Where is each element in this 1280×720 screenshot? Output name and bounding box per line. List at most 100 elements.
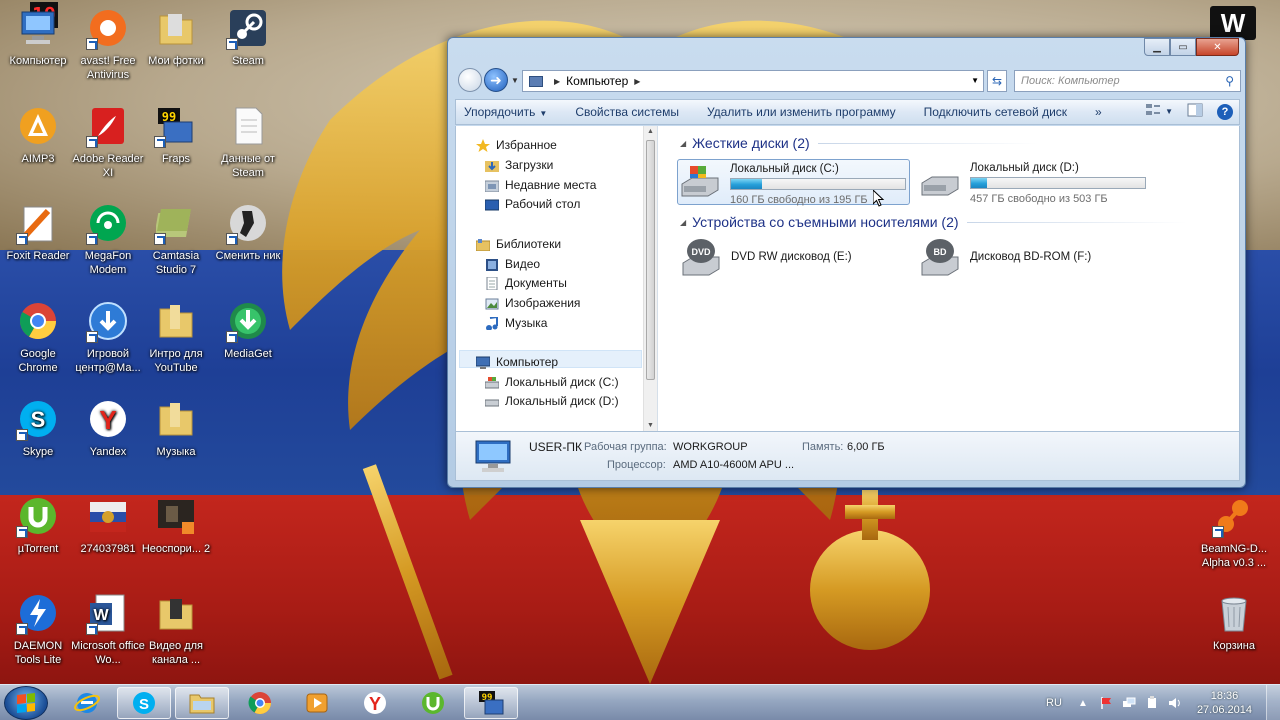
desktop-icon-label: Игровой центр@Ма... <box>75 348 141 374</box>
refresh-button[interactable]: ⇆ <box>987 70 1007 92</box>
language-indicator[interactable]: RU <box>1046 697 1062 709</box>
back-button[interactable] <box>458 68 482 92</box>
scrollbar-thumb[interactable] <box>646 140 655 380</box>
taskbar-media-player[interactable] <box>290 687 344 719</box>
forward-button[interactable]: ➜ <box>484 68 508 92</box>
help-icon[interactable]: ? <box>1217 103 1233 120</box>
desktop-icon-label: Google Chrome <box>18 348 58 374</box>
nav-label: Музыка <box>505 316 548 330</box>
desktop-icon-steam-data[interactable]: Данные от Steam <box>210 104 286 180</box>
desktop-icon-utorrent[interactable]: µTorrent <box>0 494 76 556</box>
show-desktop-button[interactable] <box>1266 685 1280 720</box>
nav-libraries[interactable]: Библиотеки <box>476 235 561 253</box>
search-input[interactable]: Поиск: Компьютер ⚲ <box>1014 70 1241 92</box>
desktop-icon-my-photos[interactable]: Мои фотки <box>138 6 214 68</box>
nav-music[interactable]: Музыка <box>485 314 547 332</box>
recent-pages-dropdown[interactable]: ▼ <box>511 76 519 85</box>
collapse-triangle-icon[interactable]: ◢ <box>680 218 686 227</box>
address-dropdown-icon[interactable]: ▼ <box>971 76 979 85</box>
desktop-icon-game-center[interactable]: Игровой центр@Ма... <box>70 299 146 375</box>
desktop-icon-beamng[interactable]: BeamNG-D... Alpha v0.3 ... <box>1196 494 1272 570</box>
desktop-icon-fraps[interactable]: 99 Fraps <box>138 104 214 166</box>
desktop-icon-megafon[interactable]: MegaFon Modem <box>70 201 146 277</box>
scroll-down-icon[interactable]: ▼ <box>647 422 654 429</box>
desktop-icon-computer[interactable]: Компьютер <box>0 6 76 68</box>
nav-video[interactable]: Видео <box>485 255 540 273</box>
nav-disk-d[interactable]: Локальный диск (D:) <box>485 392 619 410</box>
action-center-flag-icon[interactable] <box>1099 696 1113 710</box>
breadcrumb-computer[interactable]: Компьютер <box>566 74 628 88</box>
nav-recent-places[interactable]: Недавние места <box>485 176 596 194</box>
preview-pane-button[interactable] <box>1187 103 1203 120</box>
desktop-icon-skype[interactable]: S Skype <box>0 397 76 459</box>
desktop-icon-274037981[interactable]: 274037981 <box>70 494 146 556</box>
desktop-icon-music[interactable]: Музыка <box>138 397 214 459</box>
breadcrumb-arrow-icon[interactable]: ▶ <box>634 77 640 86</box>
desktop-icon-yandex[interactable]: Y Yandex <box>70 397 146 459</box>
scroll-up-icon[interactable]: ▲ <box>647 128 654 135</box>
more-commands-button[interactable]: » <box>1095 105 1102 119</box>
nav-label: Загрузки <box>505 158 554 172</box>
drive-name: Дисковод BD-ROM (F:) <box>970 251 1092 263</box>
group-title: Жесткие диски (2) <box>692 135 810 151</box>
desktop-icon-avast[interactable]: avast! Free Antivirus <box>70 6 146 82</box>
desktop-icon-neospori[interactable]: Неоспори... 2 <box>138 494 214 556</box>
nav-desktop[interactable]: Рабочий стол <box>485 195 580 213</box>
desktop-icon-change-nick[interactable]: Сменить ник <box>210 201 286 263</box>
navigation-bar: ➜ ▼ ▶ Компьютер ▶ ▼ ⇆ Поиск: Компьютер ⚲ <box>456 68 1241 94</box>
desktop-icon-aimp3[interactable]: AIMP3 <box>0 104 76 166</box>
uninstall-program-button[interactable]: Удалить или изменить программу <box>707 105 896 119</box>
desktop-icon-intro-youtube[interactable]: Интро для YouTube <box>138 299 214 375</box>
safely-remove-hardware-icon[interactable] <box>1145 696 1159 710</box>
map-network-drive-button[interactable]: Подключить сетевой диск <box>924 105 1067 119</box>
desktop-icon-chrome[interactable]: Google Chrome <box>0 299 76 375</box>
nav-label: Недавние места <box>505 178 597 192</box>
taskbar-internet-explorer[interactable] <box>60 687 114 719</box>
desktop-icon-mediaget[interactable]: MediaGet <box>210 299 286 361</box>
nav-disk-c[interactable]: Локальный диск (C:) <box>485 373 619 391</box>
desktop-icon-camtasia[interactable]: Camtasia Studio 7 <box>138 201 214 277</box>
desktop-icon-recycle-bin[interactable]: Корзина <box>1196 591 1272 653</box>
close-button[interactable]: ✕ <box>1196 38 1239 56</box>
organize-button[interactable]: Упорядочить ▼ <box>464 105 547 119</box>
nav-computer[interactable]: Компьютер <box>476 353 558 371</box>
desktop-icon-adobe-reader[interactable]: Adobe Reader XI <box>70 104 146 180</box>
nav-documents[interactable]: Документы <box>485 274 567 292</box>
taskbar-utorrent[interactable] <box>406 687 460 719</box>
view-options-chevron-icon[interactable]: ▼ <box>1165 107 1173 116</box>
desktop-icon-video-channel[interactable]: Видео для канала ... <box>138 591 214 667</box>
collapse-triangle-icon[interactable]: ◢ <box>680 139 686 148</box>
nav-downloads[interactable]: Загрузки <box>485 156 553 174</box>
drive-e-tile[interactable]: DVD DVD RW дисковод (E:) <box>679 237 909 283</box>
system-properties-button[interactable]: Свойства системы <box>575 105 679 119</box>
taskbar-fraps[interactable]: 99 <box>464 687 518 719</box>
group-header-removable[interactable]: ◢ Устройства со съемными носителями (2) <box>680 214 1187 230</box>
desktop-icon-foxit[interactable]: Foxit Reader <box>0 201 76 263</box>
show-hidden-icons-button[interactable]: ▲ <box>1076 696 1090 710</box>
document-icon <box>235 107 263 145</box>
navigation-scrollbar[interactable]: ▲ ▼ <box>643 126 657 431</box>
volume-icon[interactable] <box>1168 696 1182 710</box>
drive-f-tile[interactable]: BD Дисковод BD-ROM (F:) <box>918 237 1158 283</box>
minimize-button[interactable]: ▁ <box>1144 38 1170 56</box>
desktop-icon-steam[interactable]: Steam <box>210 6 286 68</box>
drive-d-tile[interactable]: Локальный диск (D:) 457 ГБ свободно из 5… <box>918 159 1158 205</box>
nav-label: Рабочий стол <box>505 197 581 211</box>
maximize-button[interactable]: ▭ <box>1170 38 1196 56</box>
change-view-button[interactable] <box>1145 103 1161 120</box>
taskbar-chrome[interactable] <box>233 687 287 719</box>
taskbar-yandex[interactable]: Y <box>348 687 402 719</box>
desktop-icon-daemon-tools[interactable]: DAEMON Tools Lite <box>0 591 76 667</box>
taskbar-skype[interactable]: S <box>117 687 171 719</box>
drive-badge: DVD <box>691 247 711 257</box>
search-icon[interactable]: ⚲ <box>1225 74 1234 88</box>
network-icon[interactable] <box>1122 696 1136 710</box>
start-button[interactable] <box>4 686 48 720</box>
nav-images[interactable]: Изображения <box>485 294 580 312</box>
address-bar[interactable]: ▶ Компьютер ▶ ▼ <box>522 70 984 92</box>
nav-favorites[interactable]: Избранное <box>476 136 557 154</box>
clock[interactable]: 18:36 27.06.2014 <box>1197 689 1252 717</box>
group-header-hard-disks[interactable]: ◢ Жесткие диски (2) <box>680 135 1038 151</box>
taskbar-explorer[interactable] <box>175 687 229 719</box>
desktop-icon-word[interactable]: W Microsoft office Wo... <box>70 591 146 667</box>
